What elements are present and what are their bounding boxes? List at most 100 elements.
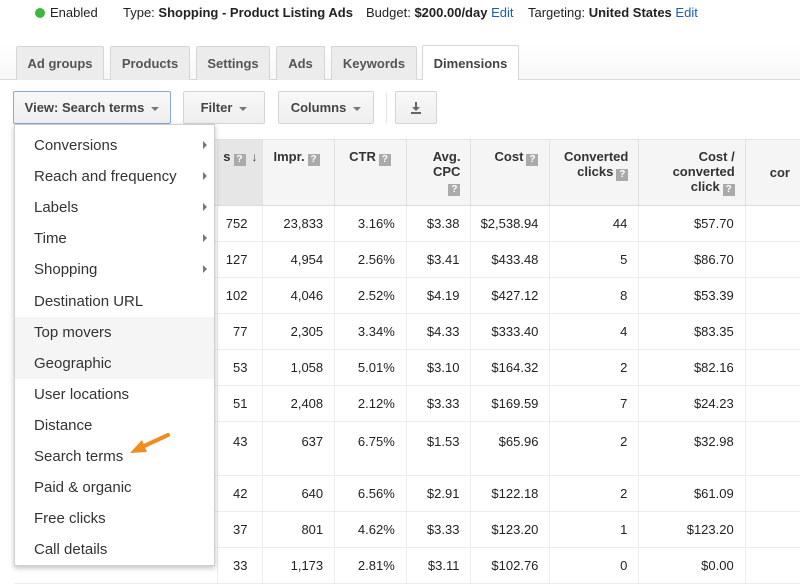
help-icon[interactable]: ? (378, 154, 391, 166)
cell-clicks: 51 (217, 385, 263, 422)
cell-conv: 8 (549, 277, 640, 314)
cell-conv: 4 (549, 313, 640, 350)
edit-budget-link[interactable]: Edit (491, 5, 513, 20)
tab-products[interactable]: Products (110, 46, 190, 80)
menu-item-geographic[interactable]: Geographic (15, 347, 214, 379)
help-icon[interactable]: ? (233, 154, 246, 166)
cell-truncated (745, 277, 800, 314)
menu-item-time[interactable]: Time (15, 223, 214, 254)
cell-avg-cpc: $3.10 (406, 349, 472, 386)
cell-conv: 7 (549, 385, 640, 422)
menu-item-paid-organic[interactable]: Paid & organic (15, 472, 214, 503)
col-header-impressions[interactable]: Impr.? (262, 139, 336, 206)
tab-dimensions[interactable]: Dimensions (422, 45, 519, 80)
help-icon[interactable]: ? (722, 184, 735, 196)
cell-conv: 1 (549, 511, 640, 548)
tab-keywords[interactable]: Keywords (331, 46, 417, 80)
cell-cost-conv: $61.09 (638, 475, 746, 512)
cell-ctr: 2.12% (334, 385, 407, 422)
col-header-cost-per-converted-click[interactable]: Cost / converted click? (638, 139, 746, 206)
cell-cost: $2,538.94 (470, 205, 551, 242)
status-label: Enabled (50, 5, 98, 20)
menu-item-call-details[interactable]: Call details (15, 534, 214, 565)
menu-item-user-locations[interactable]: User locations (15, 379, 214, 410)
cell-cost-conv: $53.39 (638, 277, 746, 314)
menu-item-reach-and-frequency[interactable]: Reach and frequency (15, 161, 214, 192)
cell-impr: 2,305 (262, 313, 336, 350)
chevron-down-icon (239, 106, 248, 111)
download-button[interactable] (395, 91, 437, 124)
edit-targeting-link[interactable]: Edit (675, 5, 697, 20)
cell-clicks: 53 (217, 349, 263, 386)
cell-clicks: 77 (217, 313, 263, 350)
cell-cost-conv: $82.16 (638, 349, 746, 386)
type-label: Type: (123, 5, 155, 20)
cell-truncated (745, 313, 800, 350)
tab-ads[interactable]: Ads (276, 46, 325, 80)
menu-item-label: Labels (34, 199, 79, 217)
tab-ad-groups[interactable]: Ad groups (16, 46, 104, 80)
menu-item-distance[interactable]: Distance (15, 410, 214, 441)
cell-impr: 640 (262, 475, 336, 512)
cell-avg-cpc: $4.19 (406, 277, 472, 314)
cell-clicks: 102 (217, 277, 263, 314)
cell-ctr: 4.62% (334, 511, 407, 548)
filter-dropdown-button[interactable]: Filter (183, 91, 265, 124)
col-header-avg-cpc[interactable]: Avg. CPC? (406, 139, 472, 206)
cell-cost-conv: $0.00 (638, 547, 746, 584)
campaign-status-bar: Enabled Type: Shopping - Product Listing… (0, 0, 800, 26)
menu-item-conversions[interactable]: Conversions (15, 130, 214, 161)
cell-impr: 4,046 (262, 277, 336, 314)
cell-clicks: 42 (217, 475, 263, 512)
cell-truncated (745, 385, 800, 422)
budget-label: Budget: (366, 5, 411, 20)
enabled-status-dot-icon (35, 8, 45, 18)
menu-item-label: Destination URL (34, 292, 144, 310)
col-header-truncated[interactable]: cor (745, 139, 800, 206)
menu-item-destination-url[interactable]: Destination URL (15, 285, 214, 316)
help-icon[interactable]: ? (307, 154, 320, 166)
help-icon[interactable]: ? (616, 169, 629, 181)
chevron-right-icon (203, 172, 207, 181)
menu-item-label: Reach and frequency (34, 168, 177, 186)
cell-clicks: 43 (217, 421, 263, 476)
menu-item-free-clicks[interactable]: Free clicks (15, 503, 214, 534)
tab-settings[interactable]: Settings (196, 46, 270, 80)
menu-item-shopping[interactable]: Shopping (15, 254, 214, 285)
menu-item-label: Search terms (34, 447, 124, 465)
cell-ctr: 2.81% (334, 547, 407, 584)
menu-item-label: Distance (34, 416, 93, 434)
cell-cost: $433.48 (470, 241, 551, 278)
cell-ctr: 3.16% (334, 205, 407, 242)
col-header-ctr[interactable]: CTR? (334, 139, 407, 206)
cell-cost: $123.20 (470, 511, 551, 548)
col-header-converted-clicks[interactable]: Converted clicks? (549, 139, 640, 206)
menu-item-search-terms[interactable]: Search terms (15, 441, 214, 472)
col-header-cost[interactable]: Cost? (470, 139, 551, 206)
toolbar-divider (386, 93, 387, 123)
help-icon[interactable]: ? (448, 184, 461, 196)
cell-impr: 4,954 (262, 241, 336, 278)
cell-avg-cpc: $4.33 (406, 313, 472, 350)
type-value: Shopping - Product Listing Ads (158, 5, 353, 20)
col-header-clicks[interactable]: s? ↓ (217, 139, 263, 206)
cell-truncated (745, 475, 800, 512)
menu-item-top-movers[interactable]: Top movers (15, 316, 214, 348)
help-icon[interactable]: ? (526, 154, 539, 166)
chevron-down-icon (353, 106, 362, 111)
sort-descending-icon: ↓ (251, 150, 258, 164)
view-dropdown-button[interactable]: View: Search terms (13, 91, 171, 124)
cell-truncated (745, 511, 800, 548)
cell-ctr: 6.75% (334, 421, 407, 476)
menu-item-labels[interactable]: Labels (15, 192, 214, 223)
annotation-arrow-icon (130, 433, 170, 453)
cell-truncated (745, 421, 800, 476)
cell-conv: 2 (549, 349, 640, 386)
cell-cost-conv: $24.23 (638, 385, 746, 422)
menu-item-label: User locations (34, 385, 130, 403)
chevron-right-icon (203, 203, 207, 212)
view-dropdown-label: View: Search terms (24, 100, 145, 115)
cell-avg-cpc: $3.33 (406, 511, 472, 548)
cell-impr: 801 (262, 511, 336, 548)
columns-dropdown-button[interactable]: Columns (278, 91, 374, 124)
